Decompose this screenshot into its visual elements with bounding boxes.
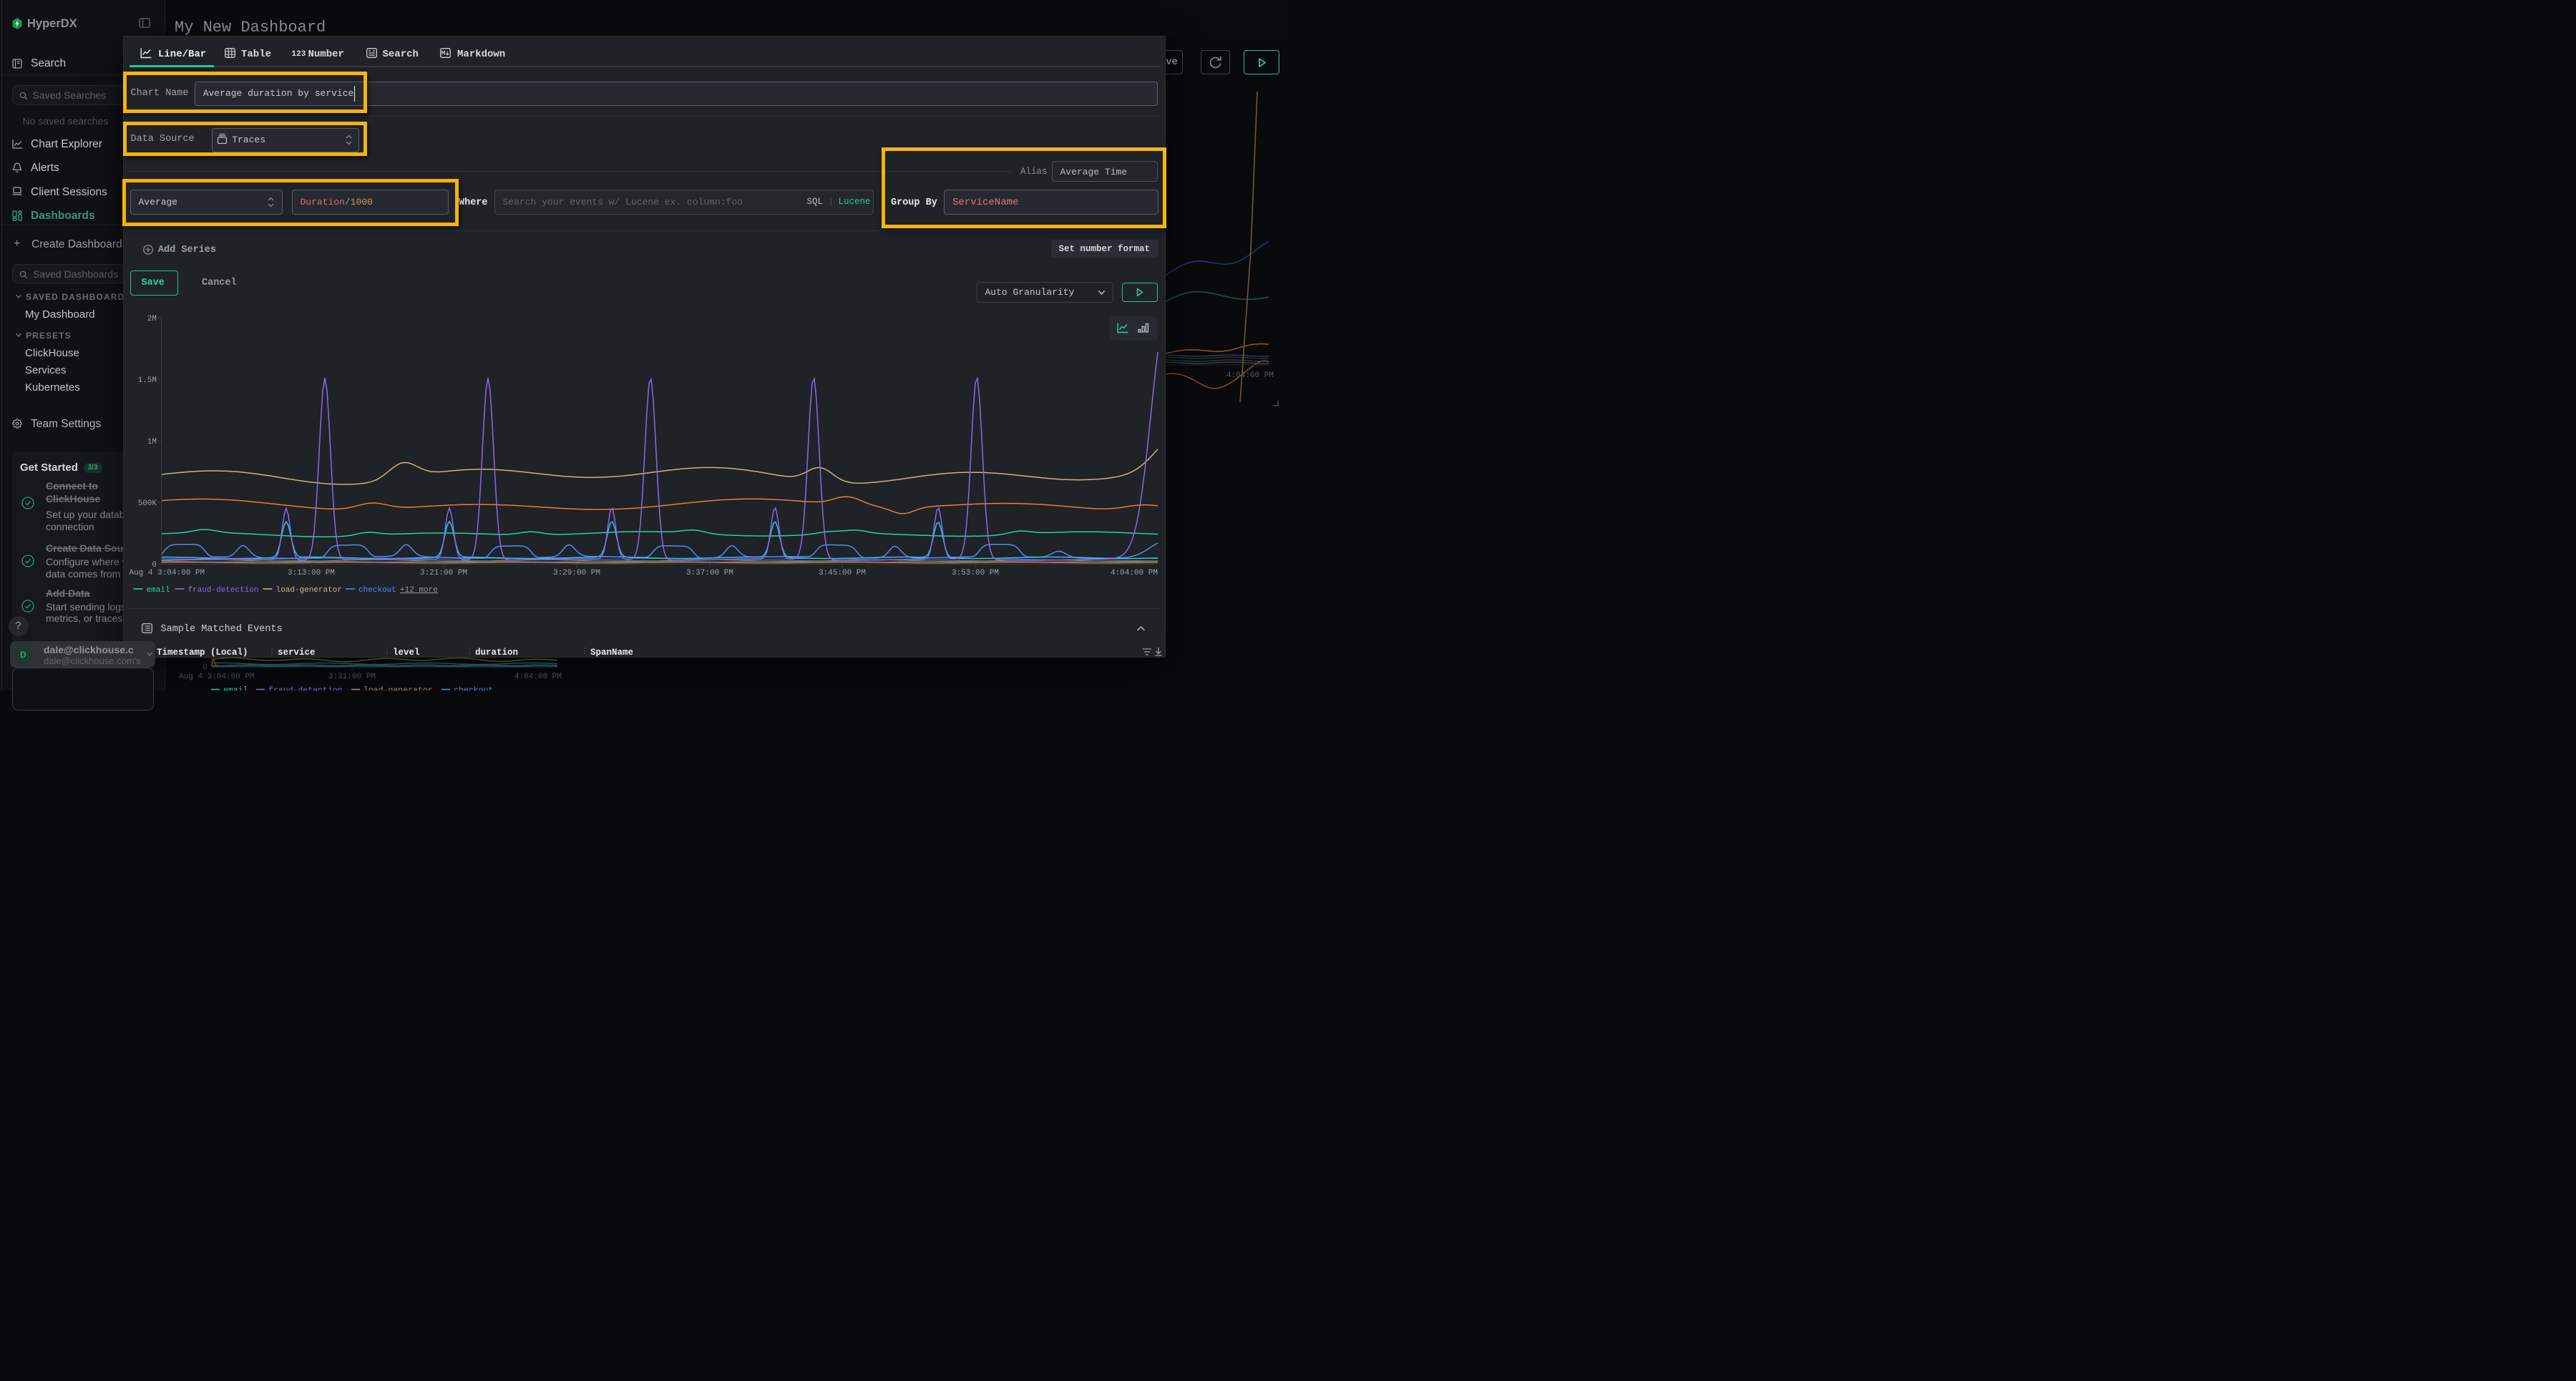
svg-text:3:53:00 PM: 3:53:00 PM: [952, 569, 999, 577]
svg-text:load-generator: load-generator: [364, 686, 433, 690]
svg-text:checkout: checkout: [454, 686, 493, 690]
svg-text:1.5M: 1.5M: [138, 376, 157, 385]
svg-text:4:04:00 PM: 4:04:00 PM: [1111, 569, 1158, 577]
svg-text:500K: 500K: [138, 499, 157, 508]
svg-text:checkout: checkout: [358, 586, 396, 595]
svg-text:4:04:00 PM: 4:04:00 PM: [1226, 371, 1274, 380]
svg-text:3:29:00 PM: 3:29:00 PM: [553, 569, 600, 577]
svg-text:+12 more: +12 more: [400, 586, 438, 595]
svg-text:1M: 1M: [147, 438, 157, 446]
svg-text:Aug 4 3:04:00 PM: Aug 4 3:04:00 PM: [179, 673, 255, 681]
svg-text:0: 0: [203, 663, 208, 672]
svg-text:3:37:00 PM: 3:37:00 PM: [686, 569, 733, 577]
svg-text:fraud-detection: fraud-detection: [188, 586, 259, 595]
svg-text:3:13:00 PM: 3:13:00 PM: [288, 569, 335, 577]
svg-text:2M: 2M: [147, 315, 157, 323]
svg-text:fraud-detection: fraud-detection: [268, 686, 343, 690]
svg-text:3:45:00 PM: 3:45:00 PM: [819, 569, 866, 577]
svg-text:3:31:00 PM: 3:31:00 PM: [328, 673, 376, 681]
svg-text:Aug 4 3:04:00 PM: Aug 4 3:04:00 PM: [130, 569, 205, 577]
svg-text:load-generator: load-generator: [276, 586, 342, 595]
svg-text:3:21:00 PM: 3:21:00 PM: [420, 569, 467, 577]
svg-text:email: email: [223, 686, 248, 690]
svg-text:4:04:00 PM: 4:04:00 PM: [514, 673, 562, 681]
svg-text:email: email: [147, 586, 170, 595]
